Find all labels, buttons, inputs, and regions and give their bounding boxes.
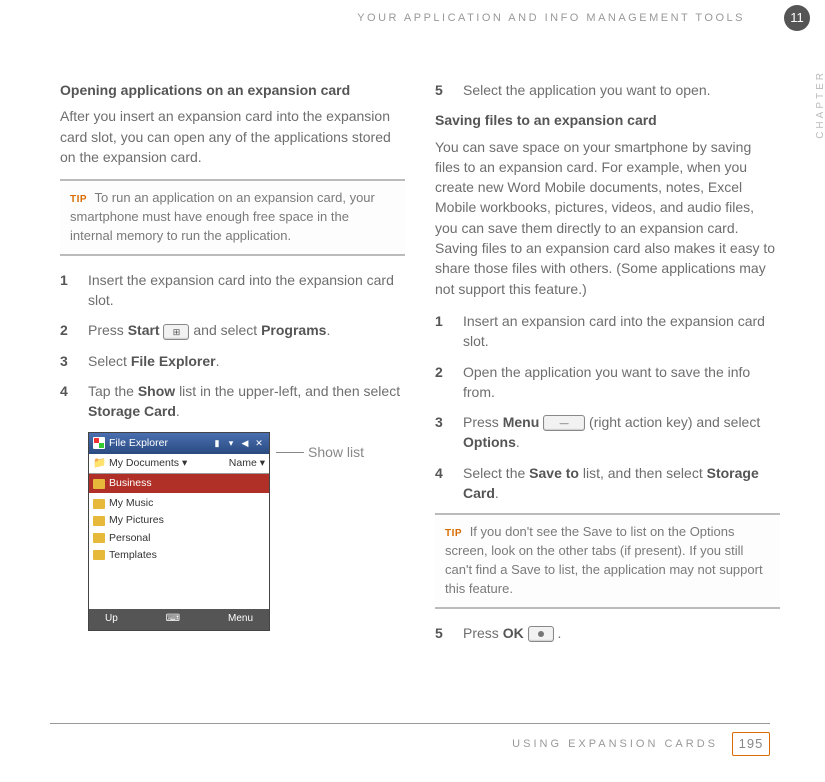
step-text: . xyxy=(516,434,520,450)
menu-key-icon: — xyxy=(543,415,585,431)
step-bold: Save to xyxy=(529,465,579,481)
step-bold: Start xyxy=(128,322,160,338)
list-item: Press OK . xyxy=(435,623,780,643)
fe-highlighted-item: Business xyxy=(89,474,269,493)
step-text: list, and then select xyxy=(583,465,707,481)
folder-icon xyxy=(93,516,105,526)
footer-section: USING EXPANSION CARDS xyxy=(512,738,718,750)
list-item: Select File Explorer. xyxy=(60,351,405,371)
step-text: . xyxy=(176,403,180,419)
left-tip-box: TIP To run an application on an expansio… xyxy=(60,179,405,256)
step-text: . xyxy=(216,353,220,369)
step-bold: Options xyxy=(463,434,516,450)
folder-icon xyxy=(93,550,105,560)
list-item: Select the application you want to open. xyxy=(435,80,780,100)
fe-softkey-bar: Up ⌨ Menu xyxy=(89,609,269,630)
fe-item-label: My Music xyxy=(109,496,153,511)
file-explorer-screenshot: File Explorer ▮ ▾ ◀ ✕ 📁 My Documents Nam… xyxy=(88,432,405,631)
left-column: Opening applications on an expansion car… xyxy=(60,80,405,653)
fe-sort: Name xyxy=(229,456,265,471)
fe-path-bar: 📁 My Documents Name xyxy=(89,454,269,474)
right-steps: Insert an expansion card into the expans… xyxy=(435,311,780,503)
step-text: Select xyxy=(88,353,131,369)
list-item: My Pictures xyxy=(89,512,269,529)
step-text: Press xyxy=(463,625,503,641)
step-text: . xyxy=(557,625,561,641)
list-item: Press Menu — (right action key) and sele… xyxy=(435,412,780,453)
right-intro: You can save space on your smartphone by… xyxy=(435,137,780,299)
tip-label: TIP xyxy=(445,528,462,539)
step-text: list in the upper-left, and then select xyxy=(179,383,400,399)
left-heading: Opening applications on an expansion car… xyxy=(60,80,405,100)
fe-softkey-up: Up xyxy=(105,612,118,627)
step-bold: Storage Card xyxy=(88,403,176,419)
step-bold: File Explorer xyxy=(131,353,216,369)
step-text: Insert an expansion card into the expans… xyxy=(463,313,765,349)
fe-folder-list: My Music My Pictures Personal Templates xyxy=(89,493,269,609)
right-tip-text: If you don't see the Save to list on the… xyxy=(445,524,763,596)
list-item: My Music xyxy=(89,495,269,512)
fe-path-left: 📁 My Documents xyxy=(93,456,187,471)
list-item: Insert an expansion card into the expans… xyxy=(435,311,780,352)
fe-item-label: Templates xyxy=(109,548,157,563)
antenna-icon: ▾ xyxy=(225,437,237,449)
fe-status-icons: ▮ ▾ ◀ ✕ xyxy=(211,437,265,449)
close-icon: ✕ xyxy=(253,437,265,449)
fe-softkey-menu: Menu xyxy=(228,612,253,627)
left-intro: After you insert an expansion card into … xyxy=(60,106,405,167)
list-item: Press Start ⊞ and select Programs. xyxy=(60,320,405,340)
fe-item-label: My Pictures xyxy=(109,513,164,528)
chapter-label: CHAPTER xyxy=(815,70,825,139)
keyboard-icon: ⌨ xyxy=(166,612,180,627)
folder-icon xyxy=(93,499,105,509)
tip-label: TIP xyxy=(70,194,87,205)
list-item: Templates xyxy=(89,547,269,564)
step-text: . xyxy=(326,322,330,338)
list-item: Insert the expansion card into the expan… xyxy=(60,270,405,311)
right-tip-box: TIP If you don't see the Save to list on… xyxy=(435,513,780,608)
step-text: Tap the xyxy=(88,383,138,399)
step-bold: Menu xyxy=(503,414,540,430)
fe-title: File Explorer xyxy=(109,436,207,451)
show-list-callout: Show list xyxy=(276,442,364,462)
start-key-icon: ⊞ xyxy=(163,324,189,340)
step-bold: Programs xyxy=(261,322,326,338)
page-number: 195 xyxy=(732,732,770,756)
step-text: . xyxy=(495,485,499,501)
header-section-title: YOUR APPLICATION AND INFO MANAGEMENT TOO… xyxy=(50,12,745,24)
signal-icon: ▮ xyxy=(211,437,223,449)
volume-icon: ◀ xyxy=(239,437,251,449)
list-item: Tap the Show list in the upper-left, and… xyxy=(60,381,405,422)
left-steps: Insert the expansion card into the expan… xyxy=(60,270,405,422)
list-item: Personal xyxy=(89,530,269,547)
step-bold: OK xyxy=(503,625,524,641)
right-step5-top: Select the application you want to open. xyxy=(435,80,780,100)
step-text: Insert the expansion card into the expan… xyxy=(88,272,394,308)
right-step5-bottom: Press OK . xyxy=(435,623,780,643)
page-footer: USING EXPANSION CARDS 195 xyxy=(50,723,770,756)
windows-flag-icon xyxy=(93,437,105,449)
step-text: and select xyxy=(193,322,261,338)
step-text: Press xyxy=(88,322,128,338)
list-item: Open the application you want to save th… xyxy=(435,362,780,403)
step-text: (right action key) and select xyxy=(589,414,760,430)
chapter-number-badge: 11 xyxy=(784,5,810,31)
ok-key-icon xyxy=(528,626,554,642)
right-column: Select the application you want to open.… xyxy=(435,80,780,653)
folder-icon xyxy=(93,479,105,489)
step-text: Press xyxy=(463,414,503,430)
step-bold: Show xyxy=(138,383,175,399)
left-tip-text: To run an application on an expansion ca… xyxy=(70,190,375,243)
file-explorer-window: File Explorer ▮ ▾ ◀ ✕ 📁 My Documents Nam… xyxy=(88,432,270,631)
step-text: Select the xyxy=(463,465,529,481)
fe-highlighted-label: Business xyxy=(109,476,152,491)
right-heading: Saving files to an expansion card xyxy=(435,110,780,130)
fe-item-label: Personal xyxy=(109,531,150,546)
fe-title-bar: File Explorer ▮ ▾ ◀ ✕ xyxy=(89,433,269,454)
step-text: Open the application you want to save th… xyxy=(463,364,750,400)
step-text: Select the application you want to open. xyxy=(463,82,711,98)
folder-icon xyxy=(93,533,105,543)
content-columns: Opening applications on an expansion car… xyxy=(60,80,780,653)
list-item: Select the Save to list, and then select… xyxy=(435,463,780,504)
